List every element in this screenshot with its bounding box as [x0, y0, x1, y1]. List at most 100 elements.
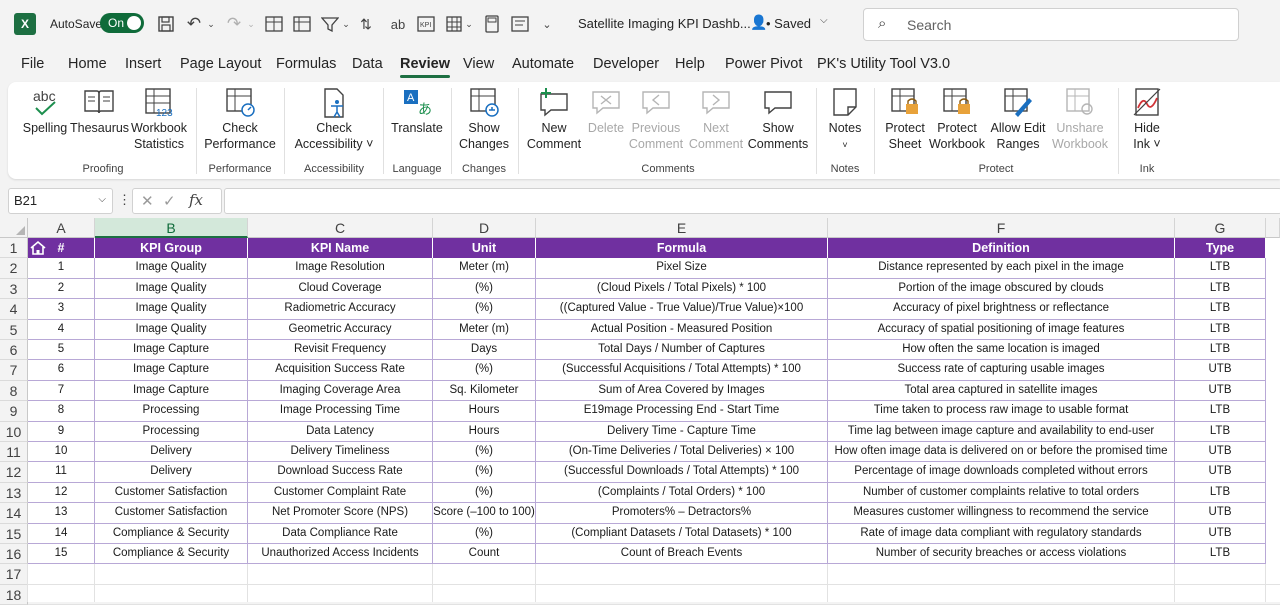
tab-insert[interactable]: Insert: [125, 56, 161, 72]
search-input[interactable]: [905, 14, 1209, 36]
search-box[interactable]: ⌕: [863, 8, 1239, 41]
table-cell[interactable]: Sq. Kilometer: [433, 380, 536, 402]
table-cell[interactable]: Percentage of image downloads completed …: [828, 462, 1175, 483]
undo-icon[interactable]: ↶: [184, 13, 204, 35]
enter-icon[interactable]: ✓: [163, 192, 176, 210]
table-cell[interactable]: (Successful Acquisitions / Total Attempt…: [536, 360, 828, 381]
saved-status[interactable]: • Saved: [766, 16, 811, 31]
table-cell[interactable]: Count: [433, 544, 536, 565]
save-icon[interactable]: [156, 13, 176, 35]
table-cell[interactable]: Hours: [433, 421, 536, 442]
table-cell[interactable]: UTB: [1175, 523, 1266, 544]
customize-qat-icon[interactable]: ⌄: [540, 13, 554, 35]
table-header-cell[interactable]: KPI Group: [95, 238, 248, 259]
table-cell[interactable]: Total area captured in satellite images: [828, 380, 1175, 402]
check-accessibility-button[interactable]: Check Accessibility ˅: [290, 86, 378, 152]
grid-icon[interactable]: [442, 13, 466, 35]
row-header-16[interactable]: 16: [0, 544, 28, 565]
thesaurus-button[interactable]: Thesaurus: [70, 86, 129, 136]
row-header-12[interactable]: 12: [0, 462, 28, 483]
table-cell[interactable]: Image Processing Time: [248, 401, 433, 422]
table-cell[interactable]: Customer Satisfaction: [95, 482, 248, 504]
table-cell[interactable]: Image Capture: [95, 380, 248, 402]
people-icon[interactable]: 👤: [750, 14, 767, 31]
column-header-d[interactable]: D: [433, 218, 536, 238]
column-header-b[interactable]: B: [95, 218, 248, 238]
table-cell[interactable]: UTB: [1175, 442, 1266, 463]
table-cell[interactable]: Time lag between image capture and avail…: [828, 421, 1175, 442]
column-header-f[interactable]: F: [828, 218, 1175, 238]
tab-formulas[interactable]: Formulas: [276, 56, 336, 72]
column-header-a[interactable]: A: [28, 218, 95, 238]
cancel-icon[interactable]: ✕: [141, 192, 154, 210]
row-header-14[interactable]: 14: [0, 503, 28, 524]
home-icon[interactable]: [30, 240, 46, 256]
table-cell[interactable]: Acquisition Success Rate: [248, 360, 433, 381]
row-header-7[interactable]: 7: [0, 360, 28, 381]
tab-view[interactable]: View: [463, 56, 494, 72]
table-cell[interactable]: Pixel Size: [536, 258, 828, 279]
table-cell[interactable]: Total Days / Number of Captures: [536, 340, 828, 361]
chevron-down-icon[interactable]: ⌵: [98, 194, 106, 205]
protect-workbook-button[interactable]: Protect Workbook: [928, 86, 986, 152]
spelling-icon[interactable]: ab: [386, 13, 410, 35]
table-cell[interactable]: Portion of the image obscured by clouds: [828, 278, 1175, 300]
table-cell[interactable]: (Successful Downloads / Total Attempts) …: [536, 462, 828, 483]
grid-dropdown-icon[interactable]: ⌄: [464, 13, 474, 35]
table-cell[interactable]: Delivery Timeliness: [248, 442, 433, 463]
table-cell[interactable]: Number of customer complaints relative t…: [828, 482, 1175, 504]
row-header-10[interactable]: 10: [0, 421, 28, 442]
table-cell[interactable]: Compliance & Security: [95, 523, 248, 544]
table-cell[interactable]: LTB: [1175, 421, 1266, 442]
table-cell[interactable]: (On-Time Deliveries / Total Deliveries) …: [536, 442, 828, 463]
table-cell[interactable]: Image Quality: [95, 299, 248, 320]
tab-home[interactable]: Home: [68, 56, 107, 72]
table-header-cell[interactable]: Formula: [536, 238, 828, 259]
table-cell[interactable]: Count of Breach Events: [536, 544, 828, 565]
table-cell[interactable]: Delivery: [95, 462, 248, 483]
table-cell[interactable]: Measures customer willingness to recomme…: [828, 503, 1175, 524]
autosave-toggle[interactable]: On: [100, 13, 144, 33]
translate-button[interactable]: Aあ Translate: [388, 86, 446, 136]
table-cell[interactable]: Download Success Rate: [248, 462, 433, 483]
calculator-icon[interactable]: [480, 13, 504, 35]
table-icon[interactable]: [262, 13, 286, 35]
table-cell[interactable]: (Complaints / Total Orders) * 100: [536, 482, 828, 504]
table-cell[interactable]: LTB: [1175, 482, 1266, 504]
table-cell[interactable]: Accuracy of spatial positioning of image…: [828, 319, 1175, 340]
allow-edit-ranges-button[interactable]: Allow Edit Ranges: [988, 86, 1048, 152]
row-header-5[interactable]: 5: [0, 319, 28, 340]
tab-power-pivot[interactable]: Power Pivot: [725, 56, 802, 72]
filter-dropdown-icon[interactable]: ⌄: [340, 13, 352, 35]
table-cell[interactable]: (%): [433, 299, 536, 320]
table-cell[interactable]: 12: [28, 482, 95, 504]
row-header-6[interactable]: 6: [0, 340, 28, 361]
table-cell[interactable]: Promoters% – Detractors%: [536, 503, 828, 524]
form-icon[interactable]: [508, 13, 532, 35]
table-cell[interactable]: UTB: [1175, 503, 1266, 524]
unshare-workbook-button[interactable]: Unshare Workbook: [1048, 86, 1112, 152]
insert-function-icon[interactable]: fx: [189, 191, 203, 209]
select-all-corner[interactable]: [0, 218, 28, 238]
formula-input[interactable]: [224, 188, 1280, 214]
table-cell[interactable]: Processing: [95, 401, 248, 422]
table-cell[interactable]: (Cloud Pixels / Total Pixels) * 100: [536, 278, 828, 300]
table-cell[interactable]: 1: [28, 258, 95, 279]
previous-comment-button[interactable]: Previous Comment: [626, 86, 686, 152]
table-cell[interactable]: Imaging Coverage Area: [248, 380, 433, 402]
check-performance-button[interactable]: Check Performance: [202, 86, 278, 152]
table-cell[interactable]: Compliance & Security: [95, 544, 248, 565]
table-cell[interactable]: E19mage Processing End - Start Time: [536, 401, 828, 422]
column-header-g[interactable]: G: [1175, 218, 1266, 238]
sort-icon[interactable]: ⇅: [354, 13, 378, 35]
table-cell[interactable]: How often the same location is imaged: [828, 340, 1175, 361]
table-cell[interactable]: LTB: [1175, 319, 1266, 340]
tab-developer[interactable]: Developer: [593, 56, 659, 72]
tab-review[interactable]: Review: [400, 56, 450, 78]
more-options-icon[interactable]: ⋮: [118, 192, 131, 208]
chevron-down-icon[interactable]: ⌵: [820, 15, 828, 26]
table-cell[interactable]: Accuracy of pixel brightness or reflecta…: [828, 299, 1175, 320]
table-cell[interactable]: LTB: [1175, 278, 1266, 300]
row-header-13[interactable]: 13: [0, 482, 28, 504]
table-cell[interactable]: Image Resolution: [248, 258, 433, 279]
